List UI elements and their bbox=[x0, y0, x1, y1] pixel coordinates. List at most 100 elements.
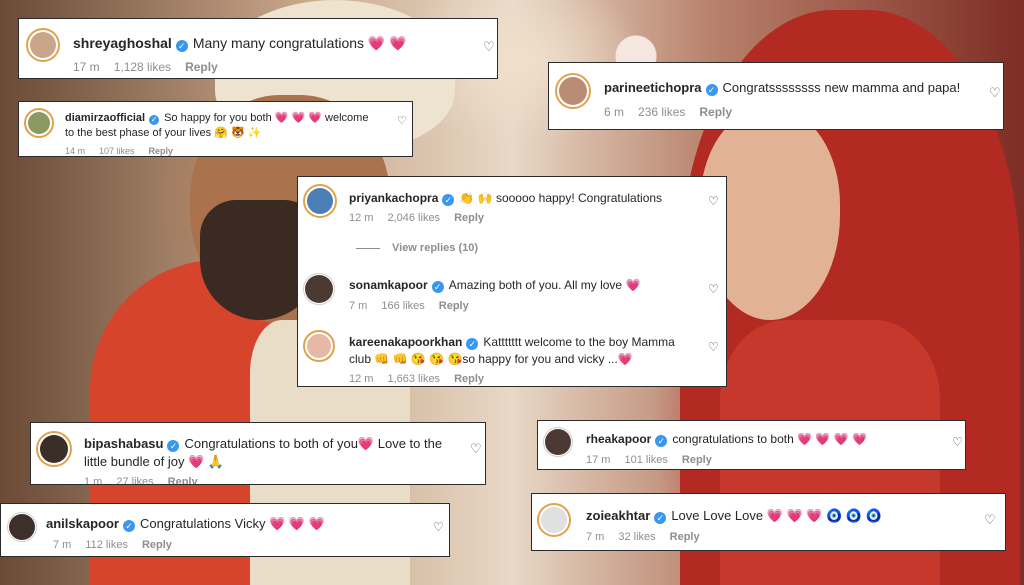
heart-outline-icon[interactable]: ♡ bbox=[989, 85, 1001, 101]
verified-badge-icon: ✓ bbox=[705, 84, 718, 96]
heart-outline-icon[interactable]: ♡ bbox=[708, 194, 719, 208]
verified-badge-icon: ✓ bbox=[175, 40, 188, 52]
comment-likes[interactable]: 236 likes bbox=[638, 105, 685, 119]
reply-button[interactable]: Reply bbox=[149, 146, 174, 156]
verified-badge-icon: ✓ bbox=[466, 338, 479, 350]
avatar[interactable] bbox=[303, 330, 335, 362]
comment-text: Congratulations to both of you bbox=[184, 436, 358, 451]
avatar[interactable] bbox=[7, 512, 37, 542]
avatar[interactable] bbox=[26, 28, 60, 62]
comment-card-bipashabasu: bipashabasu ✓ Congratulations to both of y… bbox=[30, 422, 486, 485]
comment-username[interactable]: priyankachopra bbox=[349, 191, 438, 205]
avatar[interactable] bbox=[24, 108, 54, 138]
comment-likes[interactable]: 112 likes bbox=[85, 539, 128, 551]
comment-username[interactable]: anilskapoor bbox=[46, 516, 119, 531]
heart-emoji: 💗 bbox=[357, 436, 375, 451]
comment-time: 17 m bbox=[586, 454, 611, 466]
heart-outline-icon[interactable]: ♡ bbox=[433, 520, 444, 534]
comment-time: 6 m bbox=[604, 105, 625, 119]
comment-likes[interactable]: 32 likes bbox=[618, 531, 655, 543]
heart-emoji: 💗 bbox=[617, 352, 633, 366]
comment-emojis: 👏 🙌 bbox=[459, 191, 493, 205]
comment-time: 7 m bbox=[349, 300, 368, 312]
comment-card-rheakapoor: rheakapoor ✓ congratulations to both 💗 💗 💗… bbox=[537, 420, 966, 470]
reply-button[interactable]: Reply bbox=[670, 531, 700, 543]
comment-username[interactable]: kareenakapoorkhan bbox=[349, 335, 462, 349]
comment-text: sooooo happy! Congratulations bbox=[495, 191, 663, 205]
avatar[interactable] bbox=[36, 431, 72, 467]
verified-badge-icon: ✓ bbox=[167, 440, 180, 452]
comment-text: Congratssssssss new mamma and papa! bbox=[722, 80, 961, 95]
comment-likes[interactable]: 2,046 likes bbox=[387, 212, 440, 224]
comment-card-anilskapoor: anilskapoor ✓ Congratulations Vicky 💗 💗 💗 … bbox=[0, 503, 450, 557]
heart-emoji: 💗 💗 bbox=[367, 35, 407, 51]
avatar[interactable] bbox=[303, 184, 337, 218]
reply-button[interactable]: Reply bbox=[454, 373, 484, 385]
reply-button[interactable]: Reply bbox=[185, 60, 218, 74]
comment-time: 7 m bbox=[53, 539, 72, 551]
comment-username[interactable]: bipashabasu bbox=[84, 436, 163, 451]
comment-likes[interactable]: 107 likes bbox=[99, 146, 135, 156]
comment-text-continued: Love to the bbox=[377, 436, 443, 451]
avatar[interactable] bbox=[555, 73, 591, 109]
comment-username[interactable]: sonamkapoor bbox=[349, 278, 428, 292]
comment-text: congratulations to both bbox=[672, 432, 794, 446]
comment-likes[interactable]: 1,663 likes bbox=[387, 373, 440, 385]
comment-text: Amazing both of you. All my love bbox=[448, 278, 623, 292]
avatar[interactable] bbox=[543, 427, 573, 457]
comment-card-stack-center: priyankachopra ✓ 👏 🙌 sooooo happy! Congrat… bbox=[297, 176, 727, 387]
reply-button[interactable]: Reply bbox=[454, 212, 484, 224]
verified-badge-icon: ✓ bbox=[431, 281, 444, 293]
reply-button[interactable]: Reply bbox=[699, 105, 732, 119]
view-replies-label[interactable]: View replies (10) bbox=[392, 242, 478, 254]
heart-outline-icon[interactable]: ♡ bbox=[470, 441, 482, 457]
comment-username[interactable]: parineetichopra bbox=[604, 80, 702, 95]
comment-text-line2-prefix: club bbox=[349, 352, 372, 366]
comment-time: 17 m bbox=[73, 60, 100, 74]
verified-badge-icon: ✓ bbox=[654, 512, 667, 524]
comment-card-zoieakhtar: zoieakhtar ✓ Love Love Love 💗 💗 💗 🧿 🧿 🧿 7 … bbox=[531, 493, 1006, 551]
comment-text: Many many congratulations bbox=[192, 35, 365, 51]
comment-card-parineetichopra: parineetichopra ✓ Congratssssssss new mamm… bbox=[548, 62, 1004, 130]
comment-emojis: 💗 🙏 bbox=[188, 454, 225, 469]
view-replies-link[interactable]: View replies (10) bbox=[356, 242, 478, 254]
comment-text: Congratulations Vicky bbox=[139, 516, 266, 531]
comment-time: 7 m bbox=[586, 531, 605, 543]
reply-button[interactable]: Reply bbox=[168, 476, 198, 484]
heart-emoji: 💗 💗 💗 💗 bbox=[797, 432, 867, 446]
comment-username[interactable]: shreyaghoshal bbox=[73, 35, 172, 51]
heart-emoji: 💗 bbox=[625, 278, 641, 292]
comment-text: Love Love Love bbox=[671, 508, 764, 523]
heart-emoji: 💗 💗 💗 bbox=[274, 112, 322, 124]
comment-likes[interactable]: 101 likes bbox=[624, 454, 667, 466]
verified-badge-icon: ✓ bbox=[442, 194, 455, 206]
reply-button[interactable]: Reply bbox=[142, 539, 172, 551]
reply-button[interactable]: Reply bbox=[439, 300, 469, 312]
heart-outline-icon[interactable]: ♡ bbox=[952, 435, 963, 449]
comment-card-diamirzaofficial: diamirzaofficial ✓ So happy for you both 💗… bbox=[18, 101, 413, 157]
heart-emoji: 💗 💗 💗 🧿 🧿 🧿 bbox=[766, 508, 882, 523]
heart-outline-icon[interactable]: ♡ bbox=[708, 282, 719, 296]
comment-username[interactable]: zoieakhtar bbox=[586, 508, 650, 523]
verified-badge-icon: ✓ bbox=[149, 115, 160, 125]
avatar[interactable] bbox=[303, 273, 335, 305]
comment-text: So happy for you both bbox=[164, 112, 272, 124]
heart-outline-icon[interactable]: ♡ bbox=[984, 512, 996, 528]
heart-outline-icon[interactable]: ♡ bbox=[397, 114, 407, 127]
comment-text-line2: so happy for you and vicky ... bbox=[462, 352, 618, 366]
comment-likes[interactable]: 166 likes bbox=[381, 300, 424, 312]
comment-likes[interactable]: 27 likes bbox=[116, 476, 153, 484]
comment-text-continued: welcome bbox=[325, 112, 369, 124]
comment-username[interactable]: rheakapoor bbox=[586, 432, 651, 446]
comment-time: 12 m bbox=[349, 212, 374, 224]
comment-username[interactable]: diamirzaofficial bbox=[65, 112, 145, 124]
comment-card-shreyaghoshal: shreyaghoshal ✓ Many many congratulations … bbox=[18, 18, 498, 79]
reply-button[interactable]: Reply bbox=[682, 454, 712, 466]
heart-outline-icon[interactable]: ♡ bbox=[483, 39, 495, 55]
avatar[interactable] bbox=[537, 503, 571, 537]
heart-outline-icon[interactable]: ♡ bbox=[708, 340, 719, 354]
comment-likes[interactable]: 1,128 likes bbox=[114, 60, 171, 74]
comment-text-line2: to the best phase of your lives 🤗 🐯 ✨ bbox=[65, 127, 262, 139]
comment-time: 1 m bbox=[84, 476, 103, 485]
comment-text: Kattttttt welcome to the boy Mamma bbox=[483, 335, 675, 349]
